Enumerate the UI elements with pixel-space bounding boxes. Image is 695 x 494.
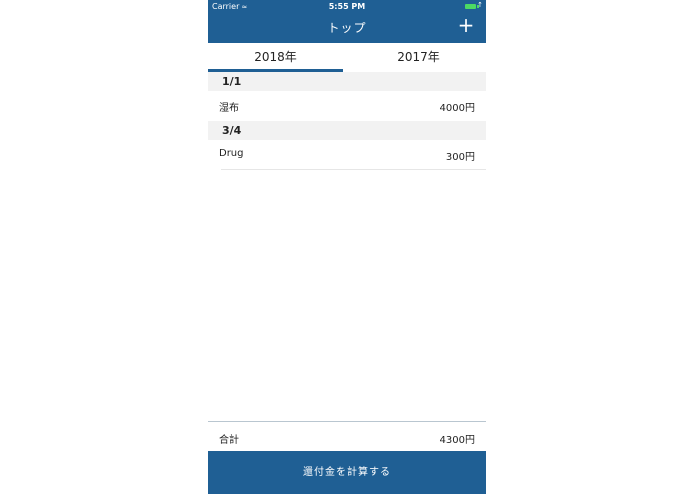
- status-time: 5:55 PM: [328, 2, 366, 11]
- tab-2017[interactable]: 2017年: [351, 43, 486, 72]
- item-amount: 4000円: [439, 103, 475, 114]
- list-item[interactable]: Drug 300円: [208, 140, 486, 169]
- app-screen: Carrier ≈ 5:55 PM ↑ トップ + 2018年 2017年 1/1…: [208, 0, 486, 494]
- section-header: 1/1: [208, 72, 486, 91]
- list-item[interactable]: 湿布 4000円: [208, 91, 486, 120]
- total-divider: [208, 421, 486, 422]
- nav-header: Carrier ≈ 5:55 PM ↑ トップ +: [208, 0, 486, 43]
- charging-icon: ↑: [477, 1, 483, 9]
- row-divider: [221, 169, 486, 170]
- item-name: Drug: [219, 148, 244, 159]
- item-amount: 300円: [445, 152, 475, 163]
- page-title: トップ: [327, 21, 367, 35]
- total-label: 合計: [219, 435, 239, 446]
- total-value: 4300円: [439, 435, 475, 446]
- year-tabs: 2018年 2017年: [208, 43, 486, 72]
- section-header: 3/4: [208, 121, 486, 140]
- tab-2018[interactable]: 2018年: [208, 43, 343, 72]
- section-date: 1/1: [222, 75, 242, 88]
- item-name: 湿布: [219, 103, 239, 114]
- section-date: 3/4: [222, 124, 242, 137]
- add-button[interactable]: +: [456, 14, 476, 36]
- battery-icon: [465, 4, 476, 9]
- calculate-refund-button[interactable]: 還付金を計算する: [208, 451, 486, 494]
